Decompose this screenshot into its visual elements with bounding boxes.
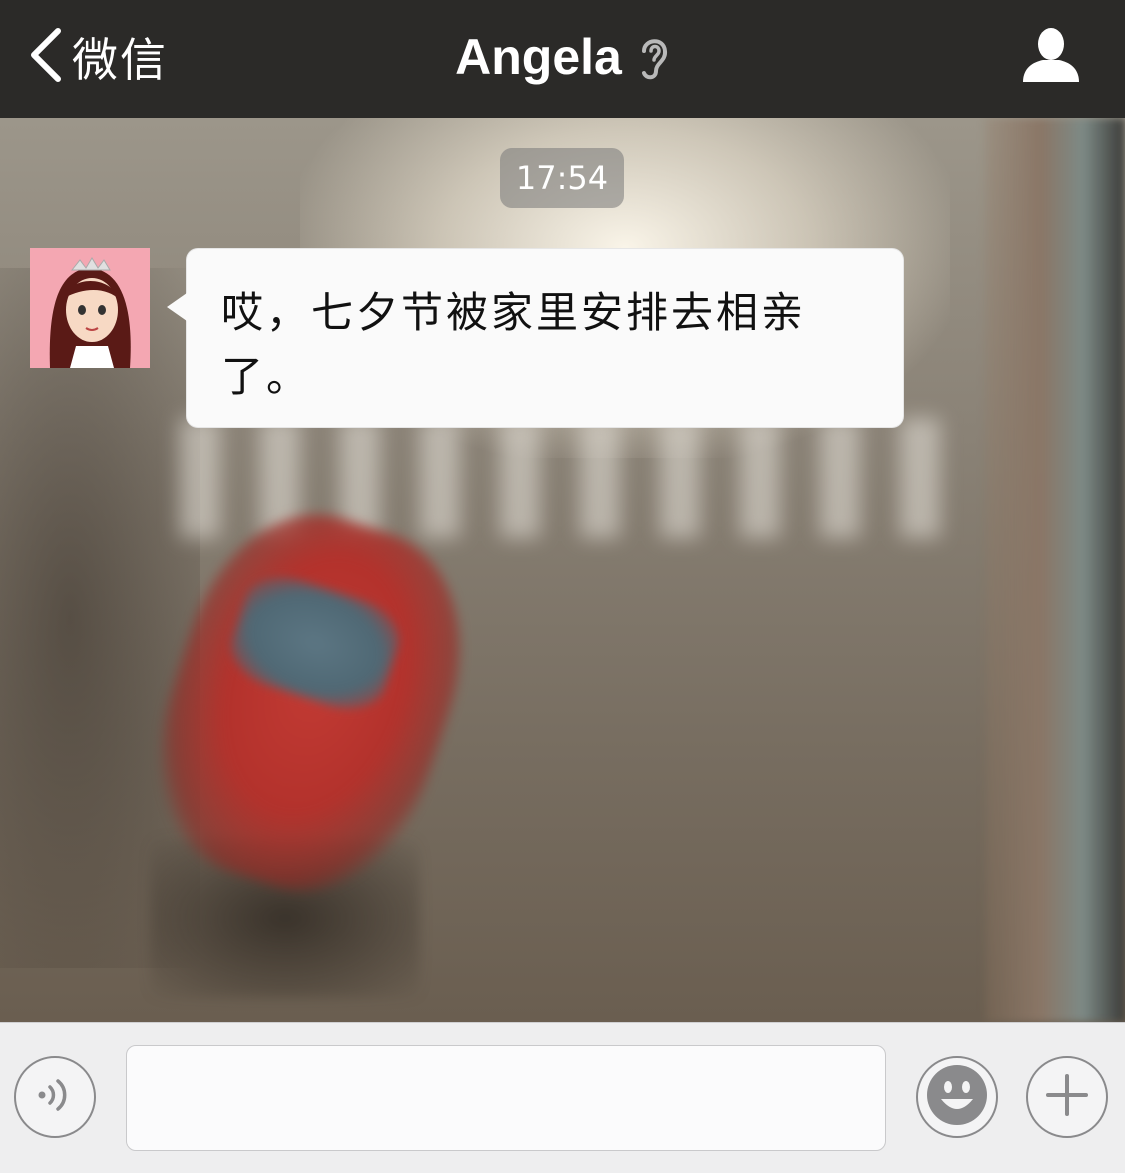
message-input[interactable] bbox=[126, 1045, 886, 1151]
emoji-icon bbox=[925, 1063, 989, 1131]
contact-name: Angela bbox=[455, 29, 622, 85]
person-icon bbox=[1021, 28, 1081, 88]
chat-title: Angela bbox=[0, 22, 1125, 92]
avatar[interactable] bbox=[30, 248, 150, 368]
message-timestamp: 17:54 bbox=[500, 148, 624, 208]
nav-bar: 微信 Angela bbox=[0, 0, 1125, 118]
message-bubble[interactable]: 哎，七夕节被家里安排去相亲了。 bbox=[167, 248, 904, 428]
voice-icon bbox=[33, 1073, 77, 1121]
chat-screen: 微信 Angela 17:54 哎，七夕节被家里安排去相亲了。 bbox=[0, 0, 1125, 1173]
profile-button[interactable] bbox=[1021, 24, 1081, 84]
message-text: 哎，七夕节被家里安排去相亲了。 bbox=[221, 288, 807, 401]
voice-button[interactable] bbox=[14, 1056, 96, 1138]
plus-icon bbox=[1042, 1070, 1092, 1124]
input-bar bbox=[0, 1022, 1125, 1173]
more-button[interactable] bbox=[1026, 1056, 1108, 1138]
ear-icon bbox=[636, 33, 670, 81]
emoji-button[interactable] bbox=[916, 1056, 998, 1138]
